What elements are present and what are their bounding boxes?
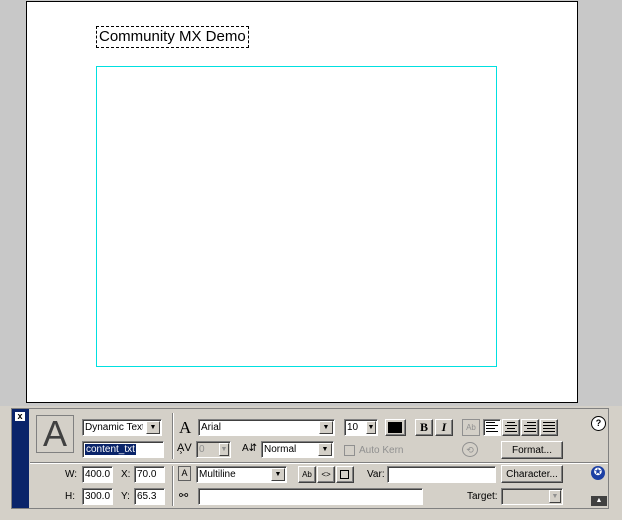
chevron-down-icon: ▼ <box>146 421 160 434</box>
auto-kern-checkbox[interactable] <box>344 445 355 456</box>
width-label: W: <box>65 469 78 480</box>
italic-button[interactable]: I <box>435 419 453 436</box>
divider <box>30 462 608 464</box>
format-button[interactable]: Format... <box>501 441 563 459</box>
target-label: Target: <box>467 491 498 502</box>
font-select[interactable]: Arial ▼ <box>198 419 335 436</box>
url-link-icon: ⚯ <box>179 490 189 502</box>
align-left-button[interactable] <box>483 419 501 436</box>
chevron-down-icon: ▼ <box>219 443 229 456</box>
character-button[interactable]: Character... <box>501 465 563 483</box>
selectable-button[interactable]: Ab <box>298 466 316 483</box>
y-input[interactable]: 65.3 <box>134 488 165 505</box>
dynamic-text-field[interactable] <box>96 66 497 367</box>
width-input[interactable]: 400.0 <box>82 466 113 483</box>
chevron-down-icon: ▼ <box>366 421 376 434</box>
stage-area: Community MX Demo <box>0 0 622 406</box>
font-icon: A <box>179 418 192 437</box>
character-position-select[interactable]: Normal ▼ <box>261 441 334 458</box>
y-label: Y: <box>121 491 130 502</box>
close-icon[interactable]: x <box>15 412 25 421</box>
border-button[interactable] <box>336 466 354 483</box>
text-color-swatch[interactable] <box>385 419 406 436</box>
rotate-text-icon[interactable]: ⟲ <box>462 442 478 457</box>
chevron-down-icon: ▼ <box>549 490 561 503</box>
font-size-select[interactable]: 10 ▼ <box>344 419 378 436</box>
stage[interactable]: Community MX Demo <box>26 1 578 403</box>
bold-button[interactable]: B <box>415 419 433 436</box>
chevron-down-icon: ▼ <box>271 468 285 481</box>
property-inspector: x A Dynamic Text ▼ content_txt A Arial ▼… <box>11 408 609 509</box>
align-center-button[interactable] <box>502 419 520 436</box>
var-label: Var: <box>367 469 385 480</box>
instance-name-input[interactable]: content_txt <box>82 441 164 458</box>
stage-title-text[interactable]: Community MX Demo <box>96 26 249 48</box>
collapse-icon[interactable]: ▲ <box>591 496 607 506</box>
border-icon <box>340 470 349 479</box>
line-type-select[interactable]: Multiline ▼ <box>196 466 287 483</box>
height-input[interactable]: 300.0 <box>82 488 113 505</box>
render-html-button[interactable]: <> <box>317 466 335 483</box>
var-input[interactable] <box>387 466 496 483</box>
align-justify-button[interactable] <box>540 419 558 436</box>
align-right-button[interactable] <box>521 419 539 436</box>
text-direction-icon[interactable]: Ab <box>462 419 480 436</box>
divider <box>172 413 174 459</box>
kerning-select[interactable]: 0 ▼ <box>196 441 231 458</box>
character-position-icon: A⇵ <box>242 443 258 454</box>
text-tool-icon: A <box>36 415 74 453</box>
kerning-icon: A̧V <box>177 442 192 454</box>
text-type-select[interactable]: Dynamic Text ▼ <box>82 419 162 436</box>
help-icon[interactable]: ? <box>591 416 606 431</box>
inspector-title-strip[interactable]: x <box>12 409 29 508</box>
x-label: X: <box>121 469 131 480</box>
target-select[interactable]: ▼ <box>501 488 563 505</box>
inspector-body: A Dynamic Text ▼ content_txt A Arial ▼ 1… <box>30 409 608 508</box>
color-fill <box>388 422 402 433</box>
accessibility-icon[interactable]: ✪ <box>591 466 605 480</box>
auto-kern-label: Auto Kern <box>359 445 404 456</box>
x-input[interactable]: 70.0 <box>134 466 165 483</box>
url-input[interactable] <box>198 488 423 505</box>
line-type-icon: A <box>178 466 191 481</box>
chevron-down-icon: ▼ <box>319 421 333 434</box>
chevron-down-icon: ▼ <box>318 443 332 456</box>
height-label: H: <box>65 491 75 502</box>
divider <box>172 466 174 506</box>
